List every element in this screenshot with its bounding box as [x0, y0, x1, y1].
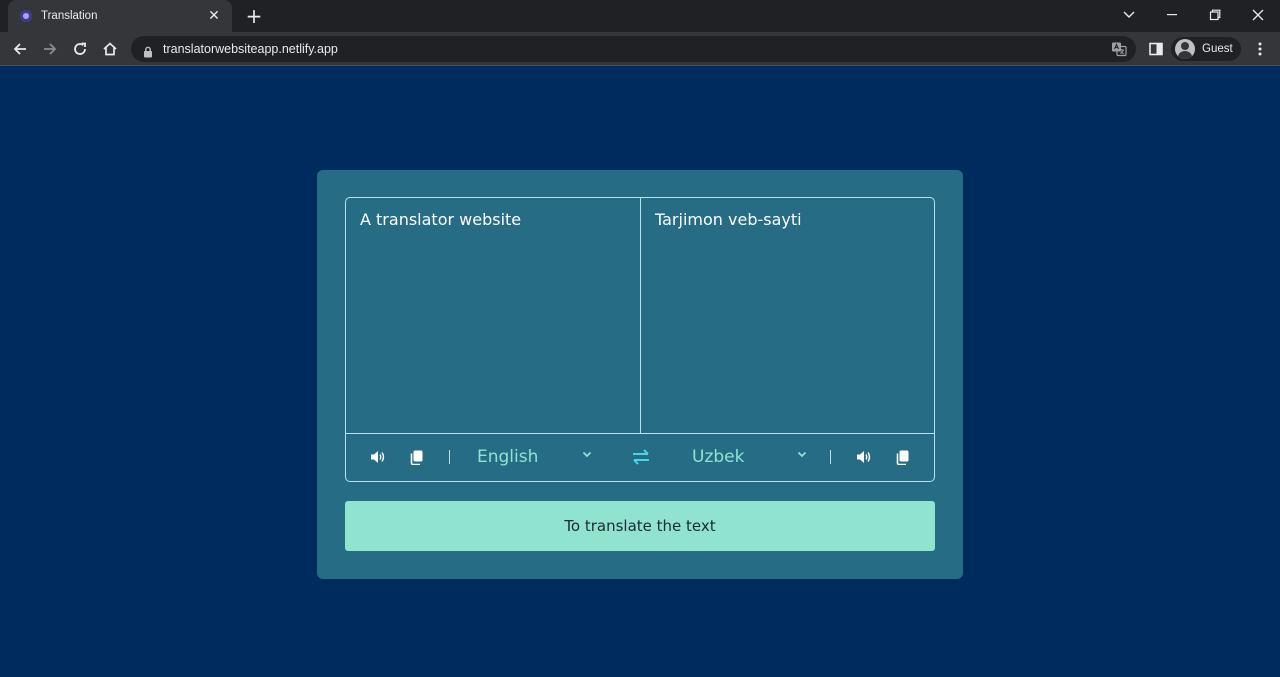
translated-text-output[interactable]: Tarjimon veb-sayti [641, 198, 935, 433]
control-divider [830, 450, 831, 464]
swap-languages-icon[interactable] [631, 448, 651, 466]
close-window-icon[interactable] [1238, 0, 1278, 30]
profile-label: Guest [1202, 43, 1233, 55]
target-speaker-icon[interactable] [855, 449, 873, 465]
url-text: translatorwebsiteapp.netlify.app [163, 42, 338, 56]
lock-icon [143, 43, 153, 58]
address-bar[interactable]: translatorwebsiteapp.netlify.app [131, 36, 1136, 62]
translator-card: A translator website Tarjimon veb-sayti … [317, 170, 963, 579]
target-language-label: Uzbek [692, 447, 745, 467]
reload-icon[interactable] [68, 37, 92, 61]
translation-panel: A translator website Tarjimon veb-sayti … [345, 197, 935, 482]
home-icon[interactable] [98, 37, 122, 61]
google-translate-icon[interactable] [1111, 41, 1127, 57]
new-tab-button[interactable]: + [243, 4, 265, 28]
browser-tab-bar: Translation ✕ + [0, 0, 1280, 32]
browser-tab[interactable]: Translation ✕ [8, 0, 232, 32]
translation-controls: English Uzbek [346, 433, 934, 481]
translate-button[interactable]: To translate the text [345, 501, 935, 551]
source-language-chevron-down-icon[interactable] [581, 445, 593, 458]
profile-button[interactable]: Guest [1171, 37, 1241, 61]
target-language-select[interactable]: Uzbek [692, 444, 744, 470]
back-arrow-icon[interactable] [8, 37, 32, 61]
forward-arrow-icon[interactable] [38, 37, 62, 61]
restore-window-icon[interactable] [1195, 0, 1235, 30]
source-language-select[interactable]: English [477, 444, 538, 470]
target-language-chevron-down-icon[interactable] [796, 445, 808, 458]
source-text-input[interactable]: A translator website [346, 198, 641, 433]
more-menu-icon[interactable] [1248, 37, 1272, 61]
target-copy-icon[interactable] [894, 449, 910, 465]
control-divider [449, 450, 450, 464]
source-language-label: English [477, 447, 539, 467]
tab-search-chevron-down-icon[interactable] [1109, 0, 1149, 30]
tab-favicon-icon [20, 10, 32, 22]
source-copy-icon[interactable] [408, 449, 424, 465]
source-speaker-icon[interactable] [369, 449, 387, 465]
minimize-window-icon[interactable] [1152, 0, 1192, 30]
side-panel-icon[interactable] [1144, 37, 1168, 61]
tab-title: Translation [41, 10, 98, 22]
avatar-icon [1175, 39, 1195, 59]
tab-close-icon[interactable]: ✕ [206, 8, 222, 24]
browser-toolbar: translatorwebsiteapp.netlify.app Guest [0, 32, 1280, 66]
